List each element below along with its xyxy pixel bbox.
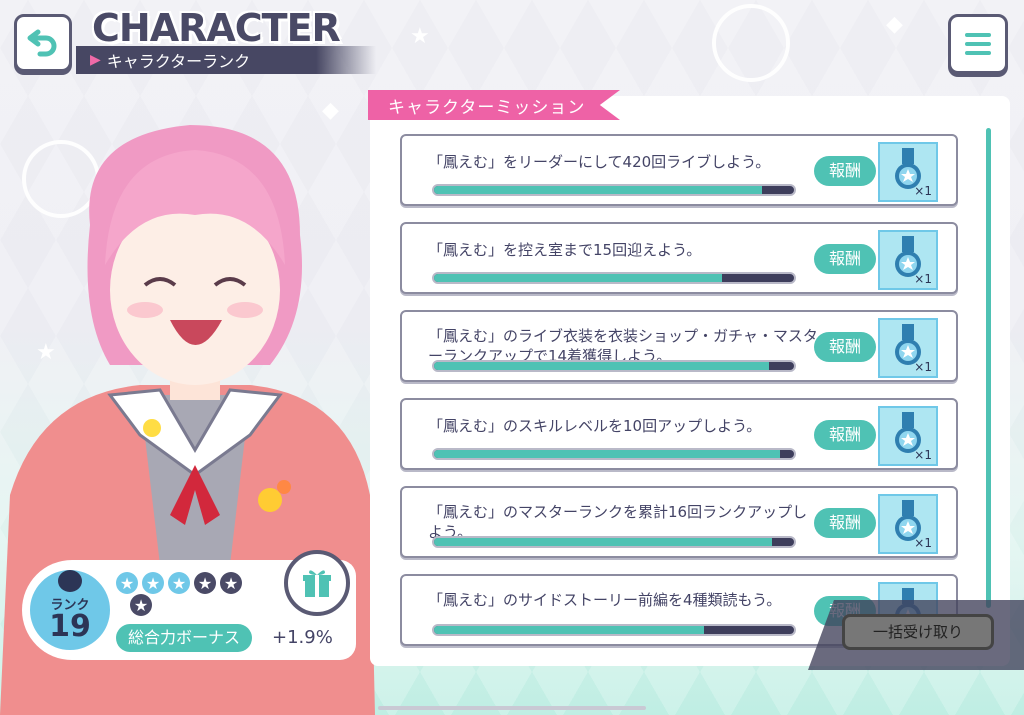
star-icon: ★ [130, 594, 152, 616]
reward-quantity: ×1 [914, 448, 932, 462]
home-indicator [378, 706, 646, 710]
menu-button[interactable] [948, 14, 1008, 74]
star-icon: ★ [142, 572, 164, 594]
page-title: CHARACTER [92, 6, 341, 50]
star-icon: ★ [220, 572, 242, 594]
reward-item[interactable]: ×1 [878, 494, 938, 554]
reward-quantity: ×1 [914, 184, 932, 198]
mission-text: 「鳳えむ」を控え室まで15回迎えよう。 [428, 241, 702, 259]
reward-label: 報酬 [814, 332, 876, 362]
mission-progress-fill [434, 274, 722, 282]
star-decor: ★ [410, 24, 430, 49]
bonus-label: 総合力ボーナス [116, 624, 253, 652]
mission-panel-header: キャラクターミッション [368, 90, 620, 120]
mission-progress-fill [434, 186, 762, 194]
rank-value: 19 [49, 608, 91, 644]
mission-progress-fill [434, 626, 704, 634]
claim-all-button[interactable]: 一括受け取り [842, 614, 994, 650]
reward-item[interactable]: ×1 [878, 142, 938, 202]
mission-progress-bar [432, 448, 796, 460]
mission-progress-fill [434, 450, 780, 458]
play-triangle-icon: ▶ [90, 52, 101, 68]
mission-scrollbar[interactable] [986, 128, 991, 608]
star-icon: ★ [116, 572, 138, 594]
mission-text: 「鳳えむ」をリーダーにして420回ライブしよう。 [428, 153, 771, 171]
reward-quantity: ×1 [914, 272, 932, 286]
mission-progress-fill [434, 538, 773, 546]
subtitle-bar: ▶ キャラクターランク [76, 46, 376, 74]
back-button[interactable] [14, 14, 72, 72]
mission-text: 「鳳えむ」のスキルレベルを10回アップしよう。 [428, 417, 762, 435]
mission-card: 「鳳えむ」のライブ衣装を衣装ショップ・ガチャ・マスターランクアップで14着獲得し… [400, 310, 958, 382]
reward-quantity: ×1 [914, 536, 932, 550]
mission-progress-fill [434, 362, 769, 370]
reward-label: 報酬 [814, 244, 876, 274]
mission-progress-bar [432, 184, 796, 196]
page-subtitle: キャラクターランク [106, 52, 251, 71]
gift-icon [303, 570, 331, 597]
mission-card: 「鳳えむ」のマスターランクを累計16回ランクアップしよう。 報酬 ×1 [400, 486, 958, 558]
reward-label: 報酬 [814, 420, 876, 450]
mission-card: 「鳳えむ」を控え室まで15回迎えよう。 報酬 ×1 [400, 222, 958, 294]
mission-progress-bar [432, 624, 796, 636]
mission-text: 「鳳えむ」のサイドストーリー前編を4種類読もう。 [428, 591, 782, 609]
character-silhouette-icon [58, 570, 82, 592]
hamburger-menu-icon [965, 33, 991, 55]
gift-button[interactable] [284, 550, 350, 616]
reward-item[interactable]: ×1 [878, 318, 938, 378]
mission-card: 「鳳えむ」をリーダーにして420回ライブしよう。 報酬 ×1 [400, 134, 958, 206]
mission-card: 「鳳えむ」のスキルレベルを10回アップしよう。 報酬 ×1 [400, 398, 958, 470]
reward-label: 報酬 [814, 508, 876, 538]
back-arrow-icon [27, 29, 57, 57]
mission-progress-bar [432, 536, 796, 548]
reward-item[interactable]: ×1 [878, 230, 938, 290]
mission-progress-bar [432, 272, 796, 284]
diamond-decor: ◆ [886, 12, 903, 37]
mission-panel-title: キャラクターミッション [388, 97, 586, 118]
star-icon: ★ [168, 572, 190, 594]
reward-quantity: ×1 [914, 360, 932, 374]
reward-label: 報酬 [814, 156, 876, 186]
star-icon: ★ [194, 572, 216, 594]
reward-item[interactable]: ×1 [878, 406, 938, 466]
bonus-value: +1.9% [272, 627, 333, 648]
decor-ring [712, 4, 790, 82]
rank-stars: ★ ★ ★ ★ ★ [116, 572, 242, 594]
mission-progress-bar [432, 360, 796, 372]
